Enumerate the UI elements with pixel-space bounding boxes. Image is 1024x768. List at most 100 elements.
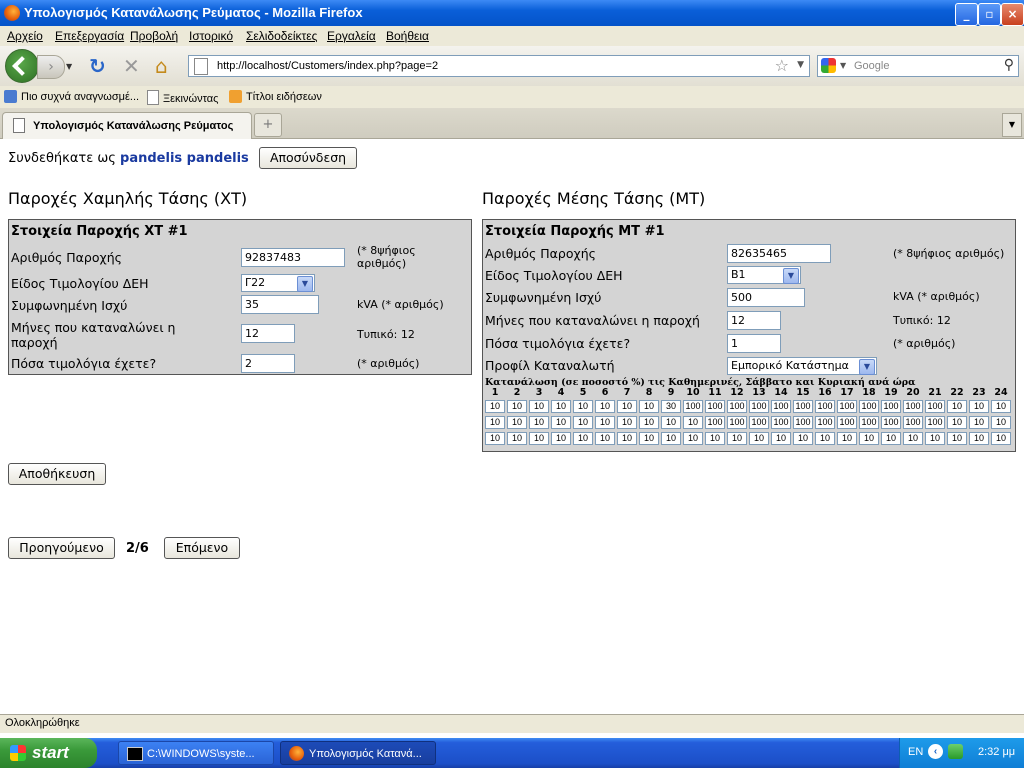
menu-tools[interactable]: Εργαλεία xyxy=(327,29,376,43)
lv-invoices-input[interactable] xyxy=(241,354,295,373)
chevron-left-icon[interactable]: ‹ xyxy=(928,744,943,759)
previous-button[interactable]: Προηγούμενο xyxy=(8,537,115,559)
hour-consumption-cell[interactable]: 100 xyxy=(705,400,725,413)
task-firefox[interactable]: Υπολογισμός Κατανά... xyxy=(280,741,436,765)
hour-consumption-cell[interactable]: 10 xyxy=(529,400,549,413)
mv-profile-select[interactable]: Εμπορικό Κατάστημα ▼ xyxy=(727,357,877,375)
search-icon[interactable]: ⚲ xyxy=(1004,57,1014,73)
reload-icon[interactable]: ↻ xyxy=(89,56,106,76)
menu-view[interactable]: Προβολή xyxy=(130,29,178,43)
hour-consumption-cell[interactable]: 100 xyxy=(859,400,879,413)
hour-consumption-cell[interactable]: 10 xyxy=(683,416,703,429)
lv-supply-number-input[interactable] xyxy=(241,248,345,267)
hour-consumption-cell[interactable]: 10 xyxy=(815,432,835,445)
hour-consumption-cell[interactable]: 100 xyxy=(925,400,945,413)
hour-consumption-cell[interactable]: 10 xyxy=(859,432,879,445)
hour-consumption-cell[interactable]: 10 xyxy=(947,432,967,445)
hour-consumption-cell[interactable]: 10 xyxy=(485,432,505,445)
url-text[interactable]: http://localhost/Customers/index.php?pag… xyxy=(217,60,438,72)
hour-consumption-cell[interactable]: 10 xyxy=(529,416,549,429)
hour-consumption-cell[interactable]: 10 xyxy=(969,416,989,429)
hour-consumption-cell[interactable]: 100 xyxy=(903,416,923,429)
hour-consumption-cell[interactable]: 10 xyxy=(793,432,813,445)
tab-list-dropdown-icon[interactable]: ▼ xyxy=(1002,113,1022,137)
hour-consumption-cell[interactable]: 10 xyxy=(551,432,571,445)
lv-tariff-select[interactable]: Γ22 ▼ xyxy=(241,274,315,292)
hour-consumption-cell[interactable]: 100 xyxy=(749,416,769,429)
hour-consumption-cell[interactable]: 30 xyxy=(661,400,681,413)
hour-consumption-cell[interactable]: 10 xyxy=(573,432,593,445)
mv-supply-number-input[interactable] xyxy=(727,244,831,263)
hour-consumption-cell[interactable]: 100 xyxy=(749,400,769,413)
mv-tariff-select[interactable]: Β1 ▼ xyxy=(727,266,801,284)
hour-consumption-cell[interactable]: 10 xyxy=(551,416,571,429)
mv-months-input[interactable] xyxy=(727,311,781,330)
menu-bookmarks[interactable]: Σελιδοδείκτες xyxy=(246,29,317,43)
close-button[interactable]: × xyxy=(1001,3,1024,26)
hour-consumption-cell[interactable]: 100 xyxy=(771,400,791,413)
menu-edit[interactable]: Επεξεργασία xyxy=(55,29,124,43)
hour-consumption-cell[interactable]: 10 xyxy=(573,416,593,429)
hour-consumption-cell[interactable]: 100 xyxy=(683,400,703,413)
logout-button[interactable]: Αποσύνδεση xyxy=(259,147,357,169)
hour-consumption-cell[interactable]: 10 xyxy=(617,416,637,429)
hour-consumption-cell[interactable]: 10 xyxy=(749,432,769,445)
hour-consumption-cell[interactable]: 10 xyxy=(529,432,549,445)
new-tab-button[interactable]: + xyxy=(254,113,282,137)
hour-consumption-cell[interactable]: 100 xyxy=(815,400,835,413)
hour-consumption-cell[interactable]: 100 xyxy=(771,416,791,429)
next-button[interactable]: Επόμενο xyxy=(164,537,240,559)
hour-consumption-cell[interactable]: 10 xyxy=(727,432,747,445)
hour-consumption-cell[interactable]: 10 xyxy=(881,432,901,445)
minimize-button[interactable]: _ xyxy=(955,3,978,26)
hour-consumption-cell[interactable]: 10 xyxy=(991,432,1011,445)
mv-power-input[interactable] xyxy=(727,288,805,307)
menu-history[interactable]: Ιστορικό xyxy=(189,29,233,43)
language-indicator[interactable]: EN xyxy=(908,746,923,758)
hour-consumption-cell[interactable]: 10 xyxy=(991,416,1011,429)
hour-consumption-cell[interactable]: 100 xyxy=(815,416,835,429)
start-button[interactable]: start xyxy=(0,738,97,768)
hour-consumption-cell[interactable]: 100 xyxy=(705,416,725,429)
hour-consumption-cell[interactable]: 10 xyxy=(969,400,989,413)
hour-consumption-cell[interactable]: 100 xyxy=(727,416,747,429)
search-placeholder[interactable]: Google xyxy=(854,60,889,72)
tab-title[interactable]: Υπολογισμός Κατανάλωσης Ρεύματος xyxy=(33,120,233,132)
hour-consumption-cell[interactable]: 100 xyxy=(837,400,857,413)
hour-consumption-cell[interactable]: 10 xyxy=(969,432,989,445)
google-icon[interactable] xyxy=(821,58,836,73)
hour-consumption-cell[interactable]: 100 xyxy=(727,400,747,413)
mv-invoices-input[interactable] xyxy=(727,334,781,353)
hour-consumption-cell[interactable]: 10 xyxy=(683,432,703,445)
menu-help[interactable]: Βοήθεια xyxy=(386,29,429,43)
hour-consumption-cell[interactable]: 10 xyxy=(485,400,505,413)
hour-consumption-cell[interactable]: 10 xyxy=(947,400,967,413)
back-button[interactable] xyxy=(5,49,39,83)
bookmark-most-visited[interactable]: Πιο συχνά αναγνωσμέ... xyxy=(4,90,139,103)
hour-consumption-cell[interactable]: 100 xyxy=(881,416,901,429)
maximize-button[interactable]: ▫ xyxy=(978,3,1001,26)
home-icon[interactable]: ⌂ xyxy=(155,56,168,76)
save-button[interactable]: Αποθήκευση xyxy=(8,463,106,485)
hour-consumption-cell[interactable]: 100 xyxy=(881,400,901,413)
hour-consumption-cell[interactable]: 10 xyxy=(617,432,637,445)
url-bar[interactable]: http://localhost/Customers/index.php?pag… xyxy=(188,55,810,77)
hour-consumption-cell[interactable]: 10 xyxy=(771,432,791,445)
forward-button[interactable]: › xyxy=(37,55,65,79)
hour-consumption-cell[interactable]: 10 xyxy=(639,400,659,413)
hour-consumption-cell[interactable]: 100 xyxy=(793,416,813,429)
bookmark-news-headlines[interactable]: Τίτλοι ειδήσεων xyxy=(229,90,322,103)
history-dropdown-icon[interactable]: ▼ xyxy=(66,62,72,71)
hour-consumption-cell[interactable]: 10 xyxy=(507,416,527,429)
hour-consumption-cell[interactable]: 10 xyxy=(903,432,923,445)
search-box[interactable]: ▼ Google ⚲ xyxy=(817,55,1019,77)
hour-consumption-cell[interactable]: 100 xyxy=(793,400,813,413)
network-icon[interactable] xyxy=(948,744,963,759)
stop-icon[interactable]: ✕ xyxy=(123,56,140,76)
hour-consumption-cell[interactable]: 10 xyxy=(661,432,681,445)
hour-consumption-cell[interactable]: 100 xyxy=(925,416,945,429)
bookmark-getting-started[interactable]: Ξεκινώντας xyxy=(147,90,218,105)
hour-consumption-cell[interactable]: 10 xyxy=(507,432,527,445)
hour-consumption-cell[interactable]: 10 xyxy=(947,416,967,429)
hour-consumption-cell[interactable]: 10 xyxy=(705,432,725,445)
